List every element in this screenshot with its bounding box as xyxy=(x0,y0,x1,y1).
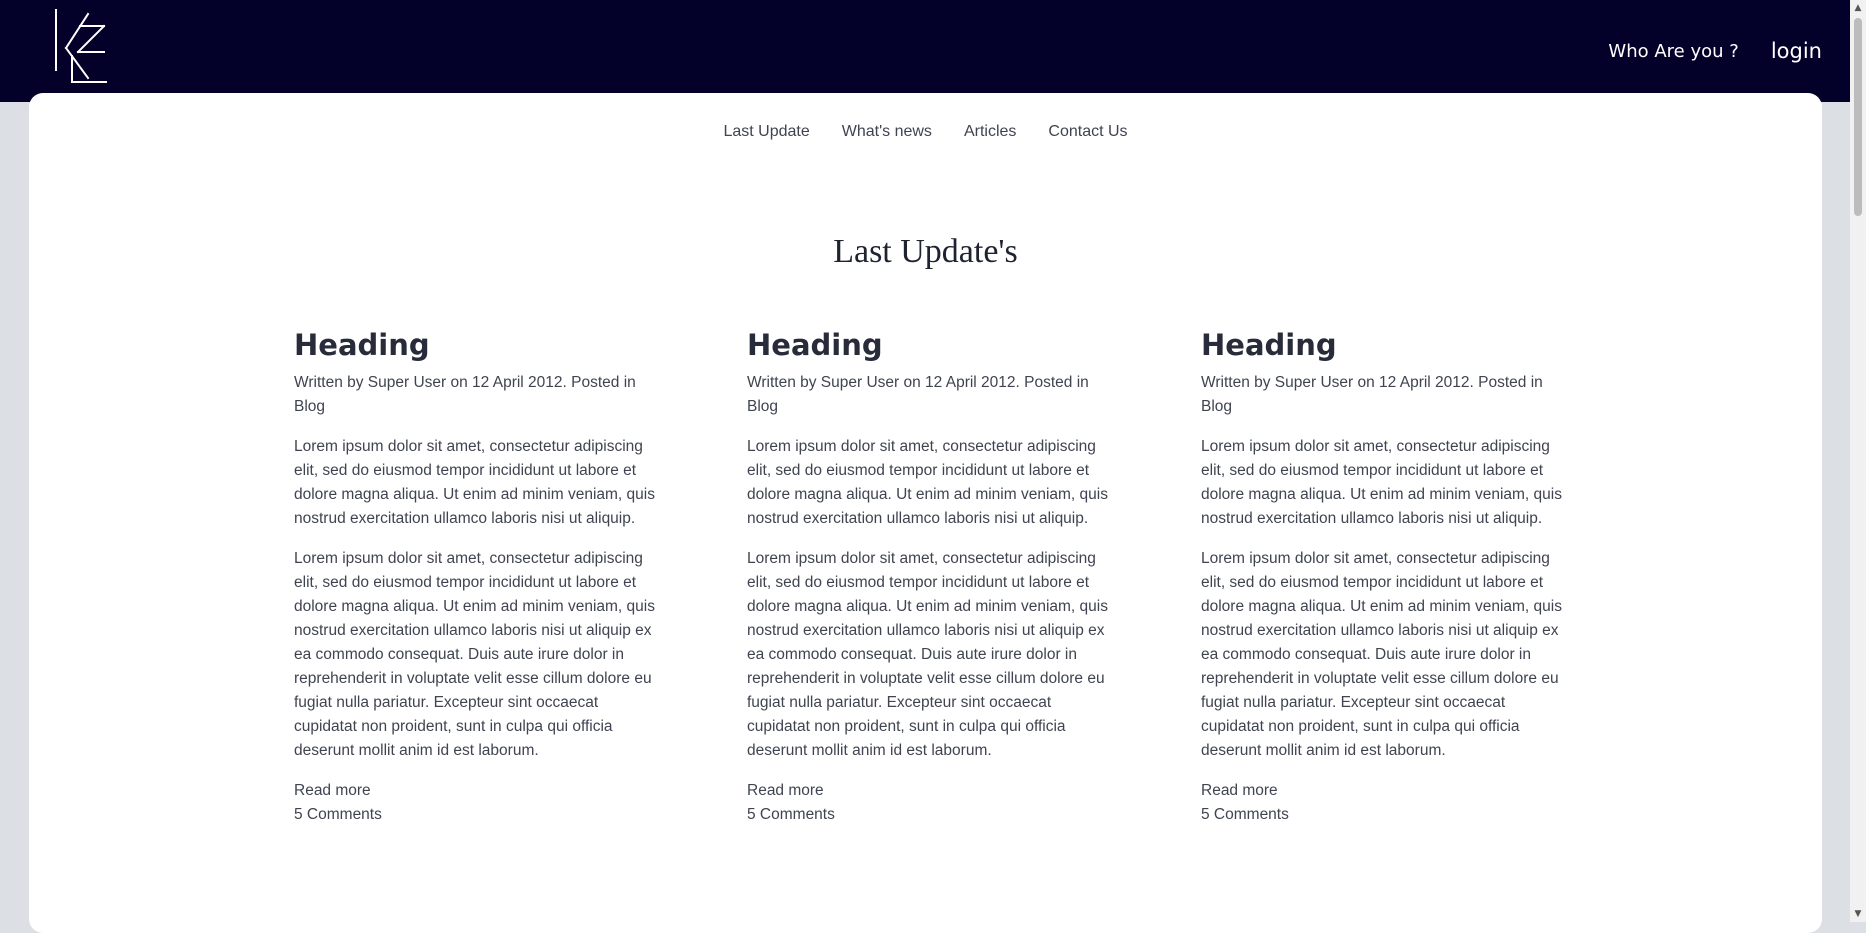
article-meta: Written by Super User on 12 April 2012. … xyxy=(1201,374,1543,415)
page-scrollbar[interactable]: ▲ ▼ xyxy=(1850,0,1866,922)
article-meta: Written by Super User on 12 April 2012. … xyxy=(294,374,636,415)
article-summary: Lorem ipsum dolor sit amet, consectetur … xyxy=(747,438,1108,527)
login-link[interactable]: login xyxy=(1771,39,1822,63)
article-heading: Heading xyxy=(294,328,430,362)
scrollbar-thumb[interactable] xyxy=(1854,18,1862,216)
nav-item-last-update[interactable]: Last Update xyxy=(723,123,809,141)
article-meta: Written by Super User on 12 April 2012. … xyxy=(747,374,1089,415)
article-body: Lorem ipsum dolor sit amet, consectetur … xyxy=(294,550,655,759)
article-card: Heading Written by Super User on 12 Apri… xyxy=(747,325,1117,827)
article-body: Lorem ipsum dolor sit amet, consectetur … xyxy=(1201,550,1562,759)
scroll-up-arrow-icon[interactable]: ▲ xyxy=(1850,0,1866,16)
comments-link[interactable]: 5 Comments xyxy=(747,803,1117,827)
comments-link[interactable]: 5 Comments xyxy=(1201,803,1571,827)
content-card: Last Update What's news Articles Contact… xyxy=(29,93,1822,933)
article-body: Lorem ipsum dolor sit amet, consectetur … xyxy=(747,550,1108,759)
nav-item-contact-us[interactable]: Contact Us xyxy=(1048,123,1127,141)
site-logo[interactable]: KE xyxy=(52,8,110,84)
read-more-link[interactable]: Read more xyxy=(1201,779,1571,803)
article-heading: Heading xyxy=(1201,328,1337,362)
article-summary: Lorem ipsum dolor sit amet, consectetur … xyxy=(294,438,655,527)
comments-link[interactable]: 5 Comments xyxy=(294,803,664,827)
read-more-link[interactable]: Read more xyxy=(294,779,664,803)
section-nav: Last Update What's news Articles Contact… xyxy=(29,123,1822,141)
top-header: KE Who Are you ? login xyxy=(0,0,1850,102)
who-are-you-link[interactable]: Who Are you ? xyxy=(1608,41,1738,62)
article-card: Heading Written by Super User on 12 Apri… xyxy=(1201,325,1571,827)
article-heading: Heading xyxy=(747,328,883,362)
header-links: Who Are you ? login xyxy=(1608,0,1850,102)
nav-item-articles[interactable]: Articles xyxy=(964,123,1016,141)
article-summary: Lorem ipsum dolor sit amet, consectetur … xyxy=(1201,438,1562,527)
scroll-down-arrow-icon[interactable]: ▼ xyxy=(1850,906,1866,922)
read-more-link[interactable]: Read more xyxy=(747,779,1117,803)
nav-item-whats-news[interactable]: What's news xyxy=(842,123,932,141)
article-card: Heading Written by Super User on 12 Apri… xyxy=(294,325,664,827)
section-title: Last Update's xyxy=(833,233,1018,270)
